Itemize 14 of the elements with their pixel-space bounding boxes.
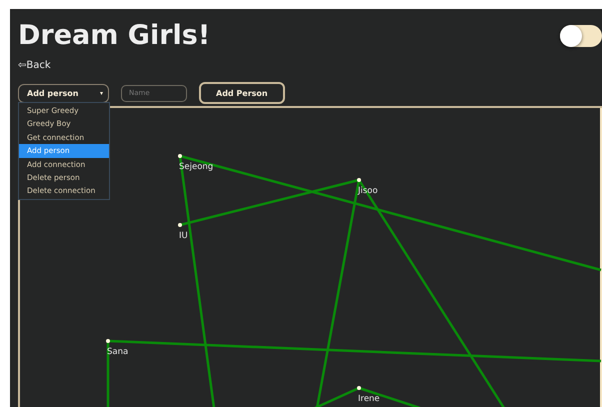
- node-dot[interactable]: [178, 154, 182, 158]
- theme-toggle[interactable]: [560, 25, 602, 47]
- node-label: IU: [179, 231, 188, 241]
- node-dot[interactable]: [357, 178, 361, 182]
- node-label: Jisoo: [358, 186, 378, 196]
- add-person-button[interactable]: Add Person: [199, 82, 285, 104]
- back-link[interactable]: ⇦Back: [18, 60, 51, 71]
- node-dot[interactable]: [178, 223, 182, 227]
- node-label: Sejeong: [179, 162, 214, 172]
- node-dot[interactable]: [357, 386, 361, 390]
- node-dot[interactable]: [106, 339, 110, 343]
- node-label: Sana: [107, 347, 128, 357]
- page-title: Dream Girls!: [18, 19, 210, 53]
- node-label: Irene: [358, 394, 380, 404]
